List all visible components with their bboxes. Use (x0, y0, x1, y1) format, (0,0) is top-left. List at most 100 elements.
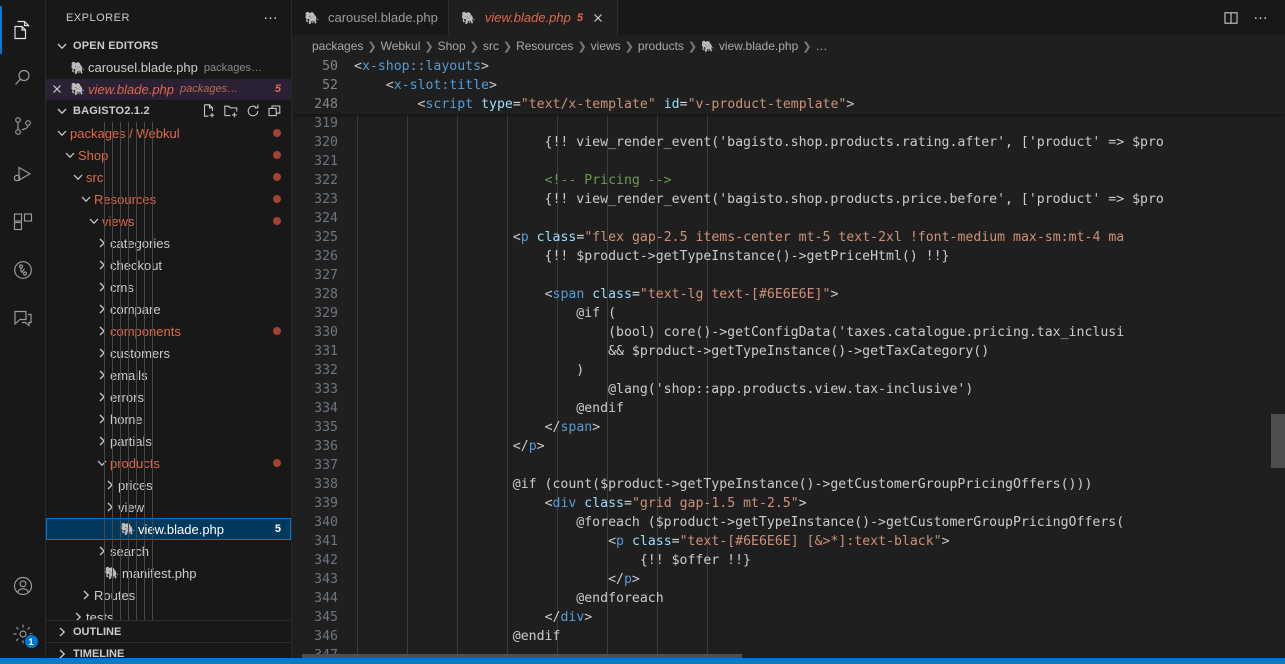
chevron-right-icon[interactable] (70, 609, 86, 620)
chat-icon[interactable] (0, 294, 46, 342)
open-editors-section-header[interactable]: OPEN EDITORS (46, 35, 291, 57)
code-text[interactable]: @foreach ($product->getTypeInstance()->g… (354, 513, 1285, 532)
code-text[interactable]: <span class="text-lg text-[#6E6E6E]"> (354, 285, 1285, 304)
chevron-right-icon[interactable] (94, 367, 110, 383)
run-and-debug-icon[interactable] (0, 150, 46, 198)
chevron-right-icon[interactable] (94, 301, 110, 317)
collapse-all-icon[interactable] (265, 101, 285, 121)
settings-gear-icon[interactable]: 1 (0, 610, 46, 658)
breadcrumb-item[interactable]: 🐘 view.blade.php (701, 39, 798, 53)
code-text[interactable]: <!-- Pricing --> (354, 171, 1285, 190)
code-text[interactable]: @endif (354, 627, 1285, 646)
code-text[interactable]: @lang('shop::app.products.view.tax-inclu… (354, 380, 1285, 399)
explorer-icon[interactable] (0, 6, 46, 54)
chevron-down-icon[interactable] (86, 213, 102, 229)
chevron-right-icon[interactable] (94, 543, 110, 559)
tree-folder-view[interactable]: view (46, 496, 291, 518)
editor-tab-view.blade.php[interactable]: 🐘 view.blade.php 5 (448, 0, 618, 35)
chevron-right-icon[interactable] (94, 279, 110, 295)
tree-folder-packages / Webkul[interactable]: packages / Webkul (46, 122, 291, 144)
editor-vertical-scrollbar[interactable] (1271, 114, 1285, 664)
breadcrumb-item[interactable]: Resources (516, 39, 573, 53)
tree-folder-search[interactable]: search (46, 540, 291, 562)
code-text[interactable]: (bool) core()->getConfigData('taxes.cata… (354, 323, 1285, 342)
tree-folder-Shop[interactable]: Shop (46, 144, 291, 166)
code-text[interactable]: @if ( (354, 304, 1285, 323)
chevron-right-icon[interactable] (78, 587, 94, 603)
code-text[interactable]: {!! view_render_event('bagisto.shop.prod… (354, 133, 1285, 152)
code-text[interactable]: <x-shop::layouts> (354, 57, 1285, 76)
chevron-down-icon[interactable] (54, 125, 70, 141)
tree-folder-components[interactable]: components (46, 320, 291, 342)
code-text[interactable]: <script type="text/x-template" id="v-pro… (354, 95, 1285, 114)
code-text[interactable]: <p class="text-[#6E6E6E] [&>*]:text-blac… (354, 532, 1285, 551)
chevron-right-icon[interactable] (94, 257, 110, 273)
chevron-down-icon[interactable] (70, 169, 86, 185)
chevron-right-icon[interactable] (94, 235, 110, 251)
chevron-down-icon[interactable] (62, 147, 78, 163)
editor-tab-carousel.blade.php[interactable]: 🐘 carousel.blade.php (292, 0, 449, 35)
tree-file-view.blade.php[interactable]: 🐘view.blade.php5 (46, 518, 291, 541)
more-actions-icon[interactable]: … (1247, 4, 1275, 32)
breadcrumb-item[interactable]: packages (312, 39, 363, 53)
tree-file-manifest.php[interactable]: 🐘manifest.php (46, 562, 291, 584)
code-text[interactable]: <x-slot:title> (354, 76, 1285, 95)
tree-folder-cms[interactable]: cms (46, 276, 291, 298)
chevron-right-icon[interactable] (94, 433, 110, 449)
tree-folder-src[interactable]: src (46, 166, 291, 188)
vertical-scrollbar-thumb[interactable] (1271, 414, 1285, 468)
breadcrumb-item[interactable]: views (591, 39, 621, 53)
code-text[interactable]: {!! $offer !!} (354, 551, 1285, 570)
workspace-section-header[interactable]: BAGISTO2.1.2 (46, 100, 291, 122)
tree-folder-checkout[interactable]: checkout (46, 254, 291, 276)
code-text[interactable]: @if (count($product->getTypeInstance()->… (354, 475, 1285, 494)
outline-section-header[interactable]: OUTLINE (46, 620, 291, 642)
code-editor[interactable]: 319 320 {!! view_render_event('bagisto.sh… (292, 114, 1285, 664)
tree-folder-customers[interactable]: customers (46, 342, 291, 364)
code-text[interactable]: @endif (354, 399, 1285, 418)
chevron-right-icon[interactable] (94, 323, 110, 339)
breadcrumb-item[interactable]: Webkul (381, 39, 421, 53)
chevron-right-icon[interactable] (94, 389, 110, 405)
tree-folder-categories[interactable]: categories (46, 232, 291, 254)
close-icon[interactable] (589, 9, 607, 27)
breadcrumb-item[interactable]: Shop (438, 39, 466, 53)
code-text[interactable]: && $product->getTypeInstance()->getTaxCa… (354, 342, 1285, 361)
testing-icon[interactable] (0, 246, 46, 294)
tree-folder-Routes[interactable]: Routes (46, 584, 291, 606)
chevron-right-icon[interactable] (94, 411, 110, 427)
code-text[interactable]: </div> (354, 608, 1285, 627)
breadcrumb[interactable]: packages ❯ Webkul ❯ Shop ❯ src ❯ Resources ❯ views… (292, 35, 1285, 57)
new-folder-icon[interactable] (221, 101, 241, 121)
tree-folder-home[interactable]: home (46, 408, 291, 430)
accounts-icon[interactable] (0, 562, 46, 610)
code-text[interactable]: {!! $product->getTypeInstance()->getPric… (354, 247, 1285, 266)
open-editor-item-carousel[interactable]: 🐘 carousel.blade.php packages… (46, 57, 291, 79)
file-tree[interactable]: packages / Webkul Shop src Resources views ca… (46, 122, 291, 620)
sidebar-more-actions-icon[interactable]: … (259, 7, 283, 25)
chevron-right-icon[interactable] (94, 345, 110, 361)
chevron-down-icon[interactable] (94, 455, 110, 471)
breadcrumb-item[interactable]: … (815, 39, 827, 53)
source-control-icon[interactable] (0, 102, 46, 150)
code-text[interactable]: <div class="grid gap-1.5 mt-2.5"> (354, 494, 1285, 513)
tree-folder-tests[interactable]: tests (46, 606, 291, 620)
code-text[interactable]: </span> (354, 418, 1285, 437)
open-editor-item-view[interactable]: 🐘 view.blade.php packages… 5 (46, 78, 291, 101)
code-text[interactable]: </p> (354, 437, 1285, 456)
code-text[interactable]: </p> (354, 570, 1285, 589)
tree-folder-errors[interactable]: errors (46, 386, 291, 408)
code-text[interactable]: {!! view_render_event('bagisto.shop.prod… (354, 190, 1285, 209)
new-file-icon[interactable] (199, 101, 219, 121)
close-icon[interactable] (46, 83, 68, 95)
refresh-icon[interactable] (243, 101, 263, 121)
tree-folder-prices[interactable]: prices (46, 474, 291, 496)
code-text[interactable]: <p class="flex gap-2.5 items-center mt-5… (354, 228, 1285, 247)
tree-folder-products[interactable]: products (46, 452, 291, 474)
tree-folder-compare[interactable]: compare (46, 298, 291, 320)
code-text[interactable]: ) (354, 361, 1285, 380)
search-icon[interactable] (0, 54, 46, 102)
code-text[interactable]: @endforeach (354, 589, 1285, 608)
breadcrumb-item[interactable]: products (638, 39, 684, 53)
breadcrumb-item[interactable]: src (483, 39, 499, 53)
